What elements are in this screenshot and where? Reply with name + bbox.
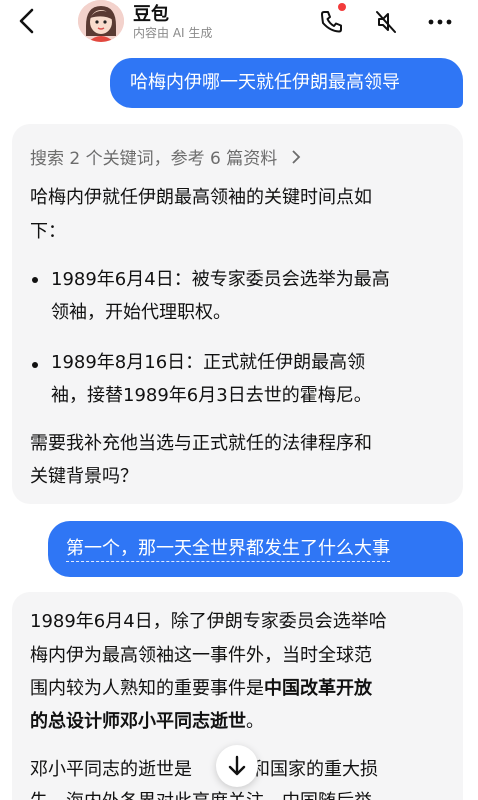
avatar[interactable] [78, 0, 124, 42]
ai-text-plain: 。 [246, 711, 264, 732]
ai-text-line: 梅内伊为最高领袖这一事件外，当时全球范 [30, 645, 372, 666]
ai-text-line: 围内较为人熟知的重要事件是中国改革开放 [30, 674, 372, 704]
more-button[interactable] [426, 8, 454, 36]
mute-icon [376, 11, 396, 33]
ai-text-plain: 围内较为人熟知的重要事件是 [30, 678, 264, 699]
mute-button[interactable] [372, 8, 400, 36]
bullet-item-text: 1989年6月4日：被专家委员会选举为最高 [51, 269, 390, 290]
ai-text-line: 邓小平同志的逝世是 党和国家的重大损 [30, 755, 378, 785]
user-message[interactable]: 哈梅内伊哪一天就任伊朗最高领导 [110, 58, 463, 108]
avatar-illustration [78, 0, 124, 42]
more-icon [428, 19, 452, 25]
user-message[interactable]: 第一个，那一天全世界都发生了什么大事 [48, 521, 463, 577]
user-message-text: 哈梅内伊哪一天就任伊朗最高领导 [130, 72, 400, 93]
scroll-to-bottom-button[interactable] [216, 745, 258, 787]
ai-text-line: 需要我补充他当选与正式就任的法律程序和 [30, 433, 372, 454]
search-references-toggle[interactable]: 搜索 2 个关键词，参考 6 篇资料 [30, 144, 301, 169]
bullet-item-text: 袖，接替1989年6月3日去世的霍梅尼。 [51, 385, 372, 406]
bot-name: 豆包 [133, 4, 169, 25]
ai-text-line: 关键背景吗？ [30, 466, 138, 487]
voice-call-button[interactable] [318, 8, 346, 36]
search-summary-text: 搜索 2 个关键词，参考 6 篇资料 [30, 149, 278, 169]
bullet-dot [32, 277, 38, 283]
phone-call-icon [321, 11, 342, 33]
bullet-dot [32, 362, 38, 368]
ai-text-line: 1989年6月4日，除了伊朗专家委员会选举哈 [30, 611, 387, 632]
ai-text-bold: 的总设计师邓小平同志逝世 [30, 711, 246, 732]
chat-header: 豆包 内容由 AI 生成 [0, 0, 478, 44]
bullet-item-text: 1989年8月16日：正式就任伊朗最高领 [51, 352, 366, 373]
ai-text-bold: 中国改革开放 [264, 678, 372, 699]
ai-text-line: 失，海内外各界对此高度关注，中国随后举 [30, 787, 372, 800]
chevron-right-icon [291, 149, 301, 169]
ai-text-plain: 邓小平同志的逝世是 [30, 759, 192, 780]
back-arrow-icon [19, 8, 34, 34]
notification-dot [338, 3, 346, 11]
back-button[interactable] [14, 6, 40, 36]
ai-text-line: 哈梅内伊就任伊朗最高领袖的关键时间点如 [30, 187, 372, 208]
user-message-text: 第一个，那一天全世界都发生了什么大事 [66, 538, 390, 562]
ai-text-line: 的总设计师邓小平同志逝世。 [30, 707, 264, 737]
arrow-down-icon [228, 755, 246, 776]
bullet-item-text: 领袖，开始代理职权。 [51, 302, 231, 323]
ai-text-line: 下： [30, 221, 66, 242]
ai-generated-notice: 内容由 AI 生成 [133, 26, 213, 40]
